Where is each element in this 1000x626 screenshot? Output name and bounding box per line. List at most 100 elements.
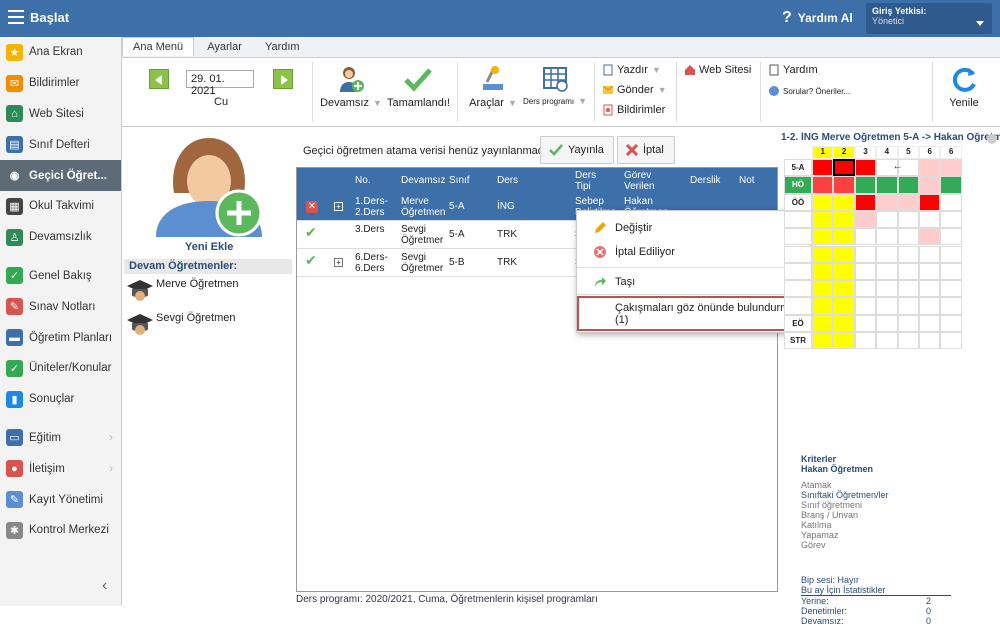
grid-cell[interactable] <box>854 245 877 263</box>
grid-cell[interactable] <box>833 314 855 332</box>
grid-cell[interactable] <box>854 332 877 350</box>
col-ders-tipi[interactable]: Ders Tipi <box>575 170 603 192</box>
grid-cell[interactable] <box>919 280 941 298</box>
col-devamsiz[interactable]: Devamsız <box>401 175 445 186</box>
sidebar-item[interactable]: ▬ Öğretim Planları <box>0 322 121 353</box>
sidebar-item[interactable]: ⌂ Web Sitesi <box>0 99 121 130</box>
grid-cell[interactable] <box>812 262 834 281</box>
collapse-sidebar-icon[interactable]: ‹ <box>102 577 107 595</box>
prev-day-button[interactable] <box>149 69 169 89</box>
menu-item-degistir[interactable]: Değiştir <box>577 216 810 240</box>
menu-icon[interactable] <box>8 10 24 24</box>
col-no[interactable]: No. <box>355 175 371 186</box>
teacher-item[interactable]: Merve Öğretmen <box>126 278 239 304</box>
sidebar-item[interactable]: ▤ Sınıf Defteri <box>0 129 121 160</box>
tab-ayarlar[interactable]: Ayarlar <box>197 38 252 56</box>
grid-cell[interactable] <box>897 210 919 229</box>
sorular-link[interactable]: Sorular? Öneriler... <box>768 85 850 97</box>
grid-cell[interactable] <box>833 262 855 281</box>
grid-cell[interactable] <box>897 245 919 263</box>
role-select[interactable]: Giriş Yetkisi: Yönetici <box>866 3 992 34</box>
grid-cell[interactable] <box>854 228 877 246</box>
add-new-label[interactable]: Yeni Ekle <box>185 241 233 253</box>
grid-cell[interactable] <box>940 159 962 177</box>
sidebar-item[interactable]: ✎ Kayıt Yönetimi <box>0 484 121 515</box>
grid-cell[interactable] <box>854 314 877 332</box>
sidebar-item[interactable]: ✉ Bildirimler <box>0 68 121 99</box>
grid-cell[interactable] <box>897 297 919 315</box>
grid-cell[interactable] <box>854 176 877 194</box>
bildirimler-button[interactable]: Bildirimler <box>602 104 665 116</box>
yenile-button[interactable]: Yenile <box>940 64 988 109</box>
grid-cell[interactable] <box>876 228 898 246</box>
date-field[interactable]: 29. 01. 2021 <box>186 70 254 97</box>
sidebar-item[interactable]: ● İletişim › <box>0 453 121 484</box>
grid-cell[interactable] <box>812 159 834 177</box>
sidebar-item[interactable]: ▭ Eğitim › <box>0 423 121 454</box>
tab-ana-menu[interactable]: Ana Menü <box>122 37 195 56</box>
grid-cell[interactable] <box>812 245 834 263</box>
menu-item-iptal-ediliyor[interactable]: İptal Ediliyor <box>577 240 810 264</box>
col-ders[interactable]: Ders <box>497 175 518 186</box>
grid-cell[interactable] <box>940 176 962 194</box>
col-derslik[interactable]: Derslik <box>690 175 721 186</box>
sidebar-item[interactable]: ▮ Sonuçlar <box>0 384 121 415</box>
teacher-item[interactable]: Sevgi Öğretmen <box>126 312 235 338</box>
grid-cell[interactable] <box>833 228 855 246</box>
grid-cell[interactable] <box>854 262 877 281</box>
grid-cell[interactable] <box>854 159 877 177</box>
app-title[interactable]: Başlat <box>30 10 69 25</box>
gonder-button[interactable]: Gönder ▼ <box>602 84 667 96</box>
grid-cell[interactable] <box>876 176 898 194</box>
grid-cell[interactable] <box>897 314 919 332</box>
grid-cell[interactable] <box>940 314 962 332</box>
grid-cell[interactable] <box>876 280 898 298</box>
grid-cell[interactable] <box>833 176 855 194</box>
grid-cell[interactable] <box>919 159 941 177</box>
grid-cell[interactable] <box>812 228 834 246</box>
grid-cell[interactable] <box>812 332 834 350</box>
devamsiz-button[interactable]: Devamsız ▼ <box>320 64 382 109</box>
menu-item-ignore-conflicts[interactable]: Çakışmaları göz önünde bulundurma (1) <box>577 296 812 331</box>
expand-icon[interactable]: + <box>334 258 343 267</box>
sidebar-item[interactable]: ◉ Geçici Öğret... <box>0 160 121 191</box>
sidebar-item[interactable]: ✱ Kontrol Merkezi <box>0 515 121 546</box>
expand-icon[interactable]: + <box>334 202 343 211</box>
grid-cell[interactable] <box>876 262 898 281</box>
grid-cell[interactable] <box>854 210 877 229</box>
yardim-button[interactable]: Yardım <box>768 64 818 76</box>
grid-cell[interactable] <box>854 297 877 315</box>
grid-cell[interactable] <box>919 245 941 263</box>
help-button[interactable]: ? Yardım Al <box>782 9 853 27</box>
grid-cell[interactable] <box>940 280 962 298</box>
add-teacher-avatar-icon[interactable] <box>154 133 264 238</box>
web-sitesi-button[interactable]: Web Sitesi <box>684 64 751 76</box>
grid-cell[interactable] <box>812 314 834 332</box>
grid-cell[interactable] <box>897 193 919 211</box>
grid-cell[interactable] <box>919 332 941 350</box>
grid-cell[interactable] <box>940 262 962 281</box>
col-sinif[interactable]: Sınıf <box>449 175 470 186</box>
menu-item-tasi[interactable]: Taşı <box>577 270 810 294</box>
grid-cell[interactable] <box>833 245 855 263</box>
grid-cell[interactable] <box>897 280 919 298</box>
grid-cell[interactable] <box>919 262 941 281</box>
grid-cell[interactable] <box>897 176 919 194</box>
grid-cell[interactable] <box>897 332 919 350</box>
grid-cell[interactable] <box>919 314 941 332</box>
grid-cell[interactable] <box>919 176 941 194</box>
col-not[interactable]: Not <box>739 175 755 186</box>
col-gorev-verilen[interactable]: Görev Verilen <box>624 170 664 192</box>
grid-cell[interactable] <box>812 280 834 298</box>
bip-setting[interactable]: Bip sesi: Hayır <box>801 575 951 585</box>
grid-cell[interactable] <box>833 297 855 315</box>
grid-cell[interactable] <box>876 332 898 350</box>
sidebar-item[interactable]: ★ Ana Ekran <box>0 37 121 68</box>
grid-cell[interactable] <box>876 245 898 263</box>
grid-cell[interactable] <box>897 228 919 246</box>
ders-programi-button[interactable]: Ders programı ▼ <box>521 64 589 106</box>
sidebar-item[interactable]: ✎ Sınav Notları <box>0 291 121 322</box>
grid-cell[interactable] <box>833 210 855 229</box>
grid-cell[interactable] <box>919 297 941 315</box>
cancel-button[interactable]: İptal <box>617 136 675 164</box>
